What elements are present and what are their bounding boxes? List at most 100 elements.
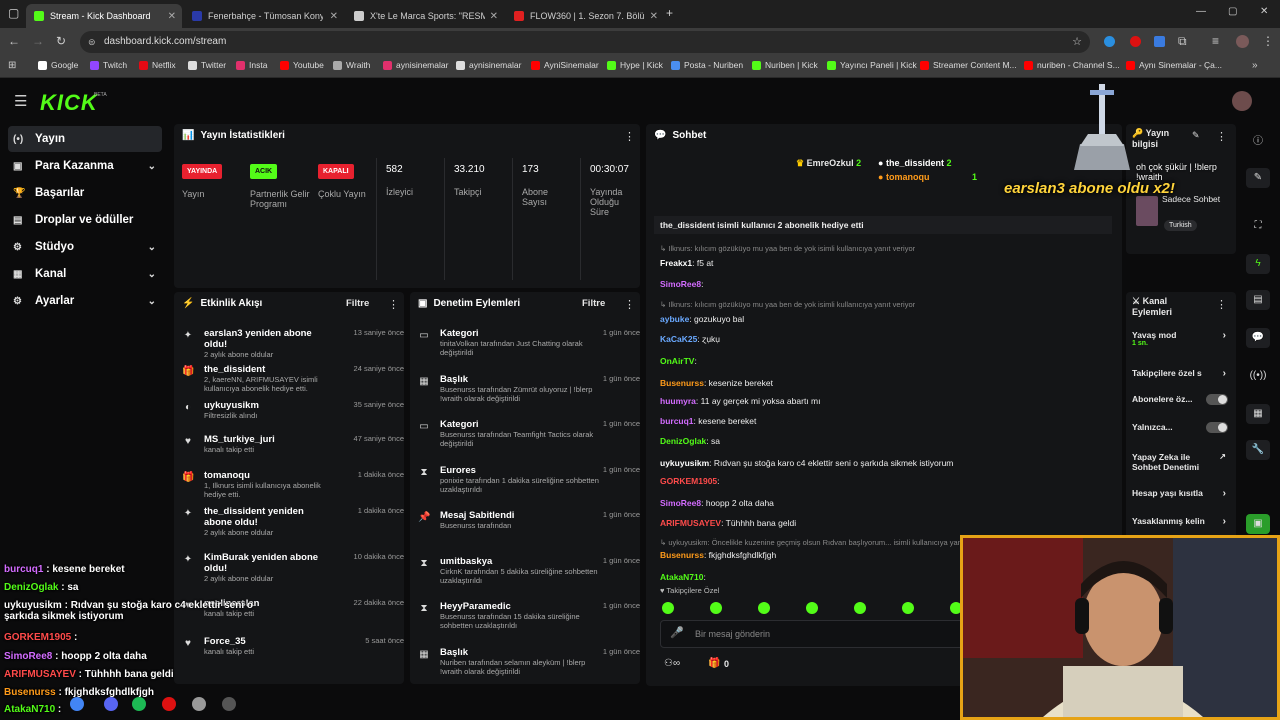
gift-icon[interactable]: 🎁	[708, 658, 720, 669]
moderation-item[interactable]: ▭ Kategori tinitaVolkan tarafından Just Ch…	[418, 328, 640, 357]
chat-message[interactable]: burcuq1: kesene bereket	[660, 416, 756, 426]
moderation-item[interactable]: ⧗ HeyyParamedic Busenurss tarafından 15 da…	[418, 601, 640, 630]
channel-action-item[interactable]: Yasaklanmış kelin ›	[1132, 516, 1228, 527]
close-tab-icon[interactable]: ✕	[650, 11, 658, 22]
activity-item[interactable]: ♥ MS_turkiye_juri kanalı takip etti 47 sani…	[182, 434, 404, 454]
chat-message[interactable]: OnAirTV:	[660, 356, 697, 366]
chat-message[interactable]: DenizOglak: sa	[660, 436, 720, 446]
chat-users-icon[interactable]: ⚇∞	[664, 658, 680, 669]
media-control-icon[interactable]: ≡	[1212, 34, 1219, 48]
bookmark-star-icon[interactable]: ☆	[1072, 31, 1082, 53]
language-tag[interactable]: Turkish	[1164, 220, 1197, 231]
activity-item[interactable]: 🎁 the_dissident 2, kaereNN, ARIFMUSAYEV is…	[182, 364, 404, 393]
sidebar-item-droplar[interactable]: ▤ Droplar ve ödüller	[8, 207, 162, 233]
bookmark-streamer-content[interactable]: Streamer Content M...	[920, 60, 1017, 70]
bookmark-aynisinemalar-x[interactable]: aynisinemalar	[456, 60, 521, 70]
chat-message[interactable]: AtakaN710:	[660, 572, 706, 582]
sidebar-item-yayin[interactable]: (•) Yayın	[8, 126, 162, 152]
sidebar-item-kanal[interactable]: ▦ Kanal ⌄	[8, 261, 162, 287]
chat-message[interactable]: aybuke: gozukuyo bal	[660, 314, 744, 324]
chat-message[interactable]: uykuyusikm: Rıdvan şu stoğa karo c4 ekle…	[660, 458, 953, 468]
rail-info-icon[interactable]: ⓘ	[1246, 132, 1270, 152]
more-options-icon[interactable]: ⋮	[624, 298, 635, 311]
sidebar-item-studyo[interactable]: ⚙ Stüdyo ⌄	[8, 234, 162, 260]
close-tab-icon[interactable]: ✕	[168, 11, 176, 22]
filter-button[interactable]: Filtre	[346, 298, 369, 309]
activity-item[interactable]: ✦ earslan3 yeniden abone oldu! 2 aylık abo…	[182, 328, 404, 359]
minimize-icon[interactable]: —	[1196, 6, 1206, 17]
app-taskbar-icon[interactable]	[162, 697, 176, 711]
emote-icon[interactable]	[854, 602, 866, 614]
rail-capture-icon[interactable]: ⛶	[1246, 216, 1270, 236]
moderation-item[interactable]: 📌 Mesaj Sabitlendi Busenurss tarafından 1 g…	[418, 510, 640, 530]
channel-action-item[interactable]: Yavaş mod 1 sn. ›	[1132, 330, 1228, 347]
apps-grid-icon[interactable]: ⊞	[8, 60, 16, 71]
more-options-icon[interactable]: ⋮	[1216, 298, 1227, 311]
toggle-switch[interactable]	[1206, 422, 1228, 433]
moderation-item[interactable]: ⧗ umitbaskya CirknK tarafından 5 dakika sü…	[418, 556, 640, 585]
bookmark-aynisinemalar-insta[interactable]: aynisinemalar	[383, 60, 448, 70]
bookmark-twitter[interactable]: Twitter	[188, 60, 226, 70]
app-taskbar-icon[interactable]	[192, 697, 206, 711]
back-icon[interactable]: ←	[8, 34, 20, 48]
toggle-switch[interactable]	[1206, 394, 1228, 405]
tab-kick-dashboard[interactable]: Stream - Kick Dashboard ✕	[26, 4, 182, 28]
emote-icon[interactable]	[902, 602, 914, 614]
emote-icon[interactable]	[710, 602, 722, 614]
bookmark-google[interactable]: Google	[38, 60, 78, 70]
channel-action-item[interactable]: Yapay Zeka ile Sohbet Denetimi ↗	[1132, 452, 1228, 472]
channel-action-item[interactable]: Yalnızca...	[1132, 422, 1228, 433]
bookmark-yayinci-paneli[interactable]: Yayıncı Paneli | Kick	[827, 60, 917, 70]
more-options-icon[interactable]: ⋮	[624, 130, 635, 143]
tab-fenerbahce[interactable]: Fenerbahçe - Tümosan Konyaspor ✕	[184, 4, 344, 28]
emote-icon[interactable]	[806, 602, 818, 614]
rail-chat-icon[interactable]: 💬	[1246, 328, 1270, 348]
rail-notes-icon[interactable]: ▤	[1246, 290, 1270, 310]
url-field[interactable]: ⊜ dashboard.kick.com/stream ☆	[80, 31, 1090, 53]
chat-message[interactable]: Busenurss: fkjghdksfghdlkfjgh	[660, 550, 776, 560]
chat-username[interactable]: aybuke	[660, 314, 689, 324]
bookmark-insta[interactable]: Insta	[236, 60, 267, 70]
bookmark-nuriben-channel[interactable]: nuriben - Channel S...	[1024, 60, 1120, 70]
chat-username[interactable]: uykuyusikm	[660, 458, 709, 468]
activity-item[interactable]: ♥ Force_35 kanalı takip etti 5 saat önce	[182, 636, 404, 656]
kick-logo[interactable]: KICK	[40, 90, 98, 116]
moderation-item[interactable]: ⧗ Eurores ponixie tarafından 1 dakika süre…	[418, 465, 640, 494]
close-tab-icon[interactable]: ✕	[330, 11, 338, 22]
activity-item[interactable]: ✦ KimBurak yeniden abone oldu! 2 aylık abo…	[182, 552, 404, 583]
close-tab-icon[interactable]: ✕	[490, 11, 498, 22]
tab-search-icon[interactable]: ▢	[8, 6, 19, 20]
chat-username[interactable]: ARIFMUSAYEV	[660, 518, 721, 528]
chat-message[interactable]: ARIFMUSAYEV: Tühhhh bana geldi	[660, 518, 796, 528]
moderation-item[interactable]: ▦ Başlık Nuriben tarafından selamın aleykü…	[418, 647, 640, 676]
forward-icon[interactable]: →	[32, 34, 44, 48]
chat-username[interactable]: Busenurss	[660, 378, 704, 388]
bookmark-hype-kick[interactable]: Hype | Kick	[607, 60, 663, 70]
reload-icon[interactable]: ↻	[56, 34, 66, 48]
emote-picker-icon[interactable]: 🎤	[670, 626, 684, 639]
chat-username[interactable]: KaCaK25	[660, 334, 697, 344]
bookmark-nuriben-kick[interactable]: Nuriben | Kick	[752, 60, 818, 70]
bookmark-ayni-sinemalar[interactable]: Aynı Sinemalar - Ça...	[1126, 60, 1222, 70]
chat-username[interactable]: Freakx1	[660, 258, 692, 268]
chat-username[interactable]: burcuq1	[660, 416, 694, 426]
site-info-icon[interactable]: ⊜	[88, 31, 96, 53]
activity-item[interactable]: 🎁 tomanoqu 1, Ilknurs isimli kullanıcıya a…	[182, 470, 404, 499]
rail-tools-icon[interactable]: 🔧	[1246, 440, 1270, 460]
sidebar-item-para-kazanma[interactable]: ▣ Para Kazanma ⌄	[8, 153, 162, 179]
chat-username[interactable]: huumyra	[660, 396, 696, 406]
sidebar-item-ayarlar[interactable]: ⚙ Ayarlar ⌄	[8, 288, 162, 314]
chat-username[interactable]: AtakaN710	[660, 572, 703, 582]
extension-icon[interactable]	[1154, 36, 1165, 47]
emote-icon[interactable]	[662, 602, 674, 614]
rail-broadcast-icon[interactable]: ((•))	[1246, 366, 1270, 386]
more-options-icon[interactable]: ⋮	[1216, 130, 1227, 143]
chat-message[interactable]: Freakx1: f5 at	[660, 258, 713, 268]
chat-username[interactable]: SimoRee8	[660, 498, 701, 508]
chat-message[interactable]: GORKEM1905:	[660, 476, 720, 486]
chat-message[interactable]: huumyra: 11 ay gerçek mi yoksa abartı mı	[660, 396, 820, 406]
extensions-puzzle-icon[interactable]: ⧉	[1178, 34, 1187, 49]
spotify-taskbar-icon[interactable]	[132, 697, 146, 711]
chat-message[interactable]: SimoRee8: hoopp 2 olta daha	[660, 498, 774, 508]
activity-item[interactable]: ✦ the_dissident yeniden abone oldu! 2 aylı…	[182, 506, 404, 537]
